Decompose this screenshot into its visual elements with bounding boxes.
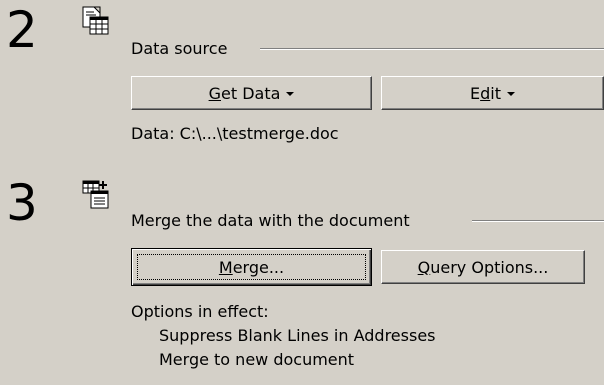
data-source-path: Data: C:\...\testmerge.doc: [131, 124, 339, 143]
merge-section-title: Merge the data with the document: [131, 211, 410, 230]
merge-button[interactable]: Merge...: [131, 248, 372, 286]
data-source-title: Data source: [131, 39, 228, 58]
merge-data-icon: [82, 180, 109, 209]
merge-section-divider: [472, 220, 604, 222]
data-source-icon: [82, 6, 109, 35]
step-2-number: 2: [6, 1, 38, 59]
dropdown-arrow-icon: [286, 91, 295, 96]
get-data-button[interactable]: Get Data: [131, 76, 372, 110]
option-suppress-blank-lines: Suppress Blank Lines in Addresses: [159, 326, 436, 345]
dropdown-arrow-icon: [506, 91, 515, 96]
data-source-divider: [260, 48, 604, 50]
step-3-number: 3: [6, 174, 38, 232]
query-options-button[interactable]: Query Options...: [381, 250, 585, 284]
options-heading: Options in effect:: [131, 302, 269, 321]
option-merge-to-new-document: Merge to new document: [159, 350, 355, 369]
edit-button[interactable]: Edit: [381, 76, 604, 110]
